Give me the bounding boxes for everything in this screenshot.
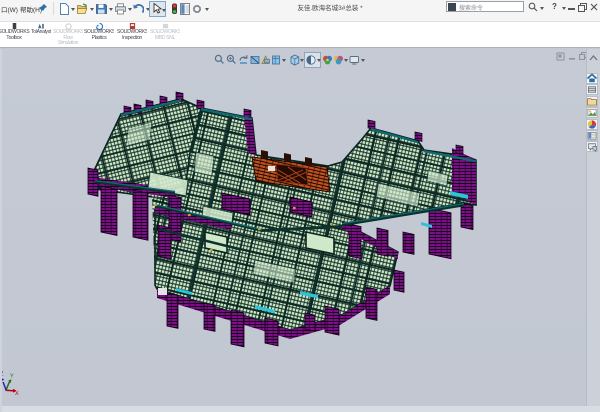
svg-text:Y: Y: [10, 374, 14, 380]
svg-text:X: X: [15, 391, 19, 397]
